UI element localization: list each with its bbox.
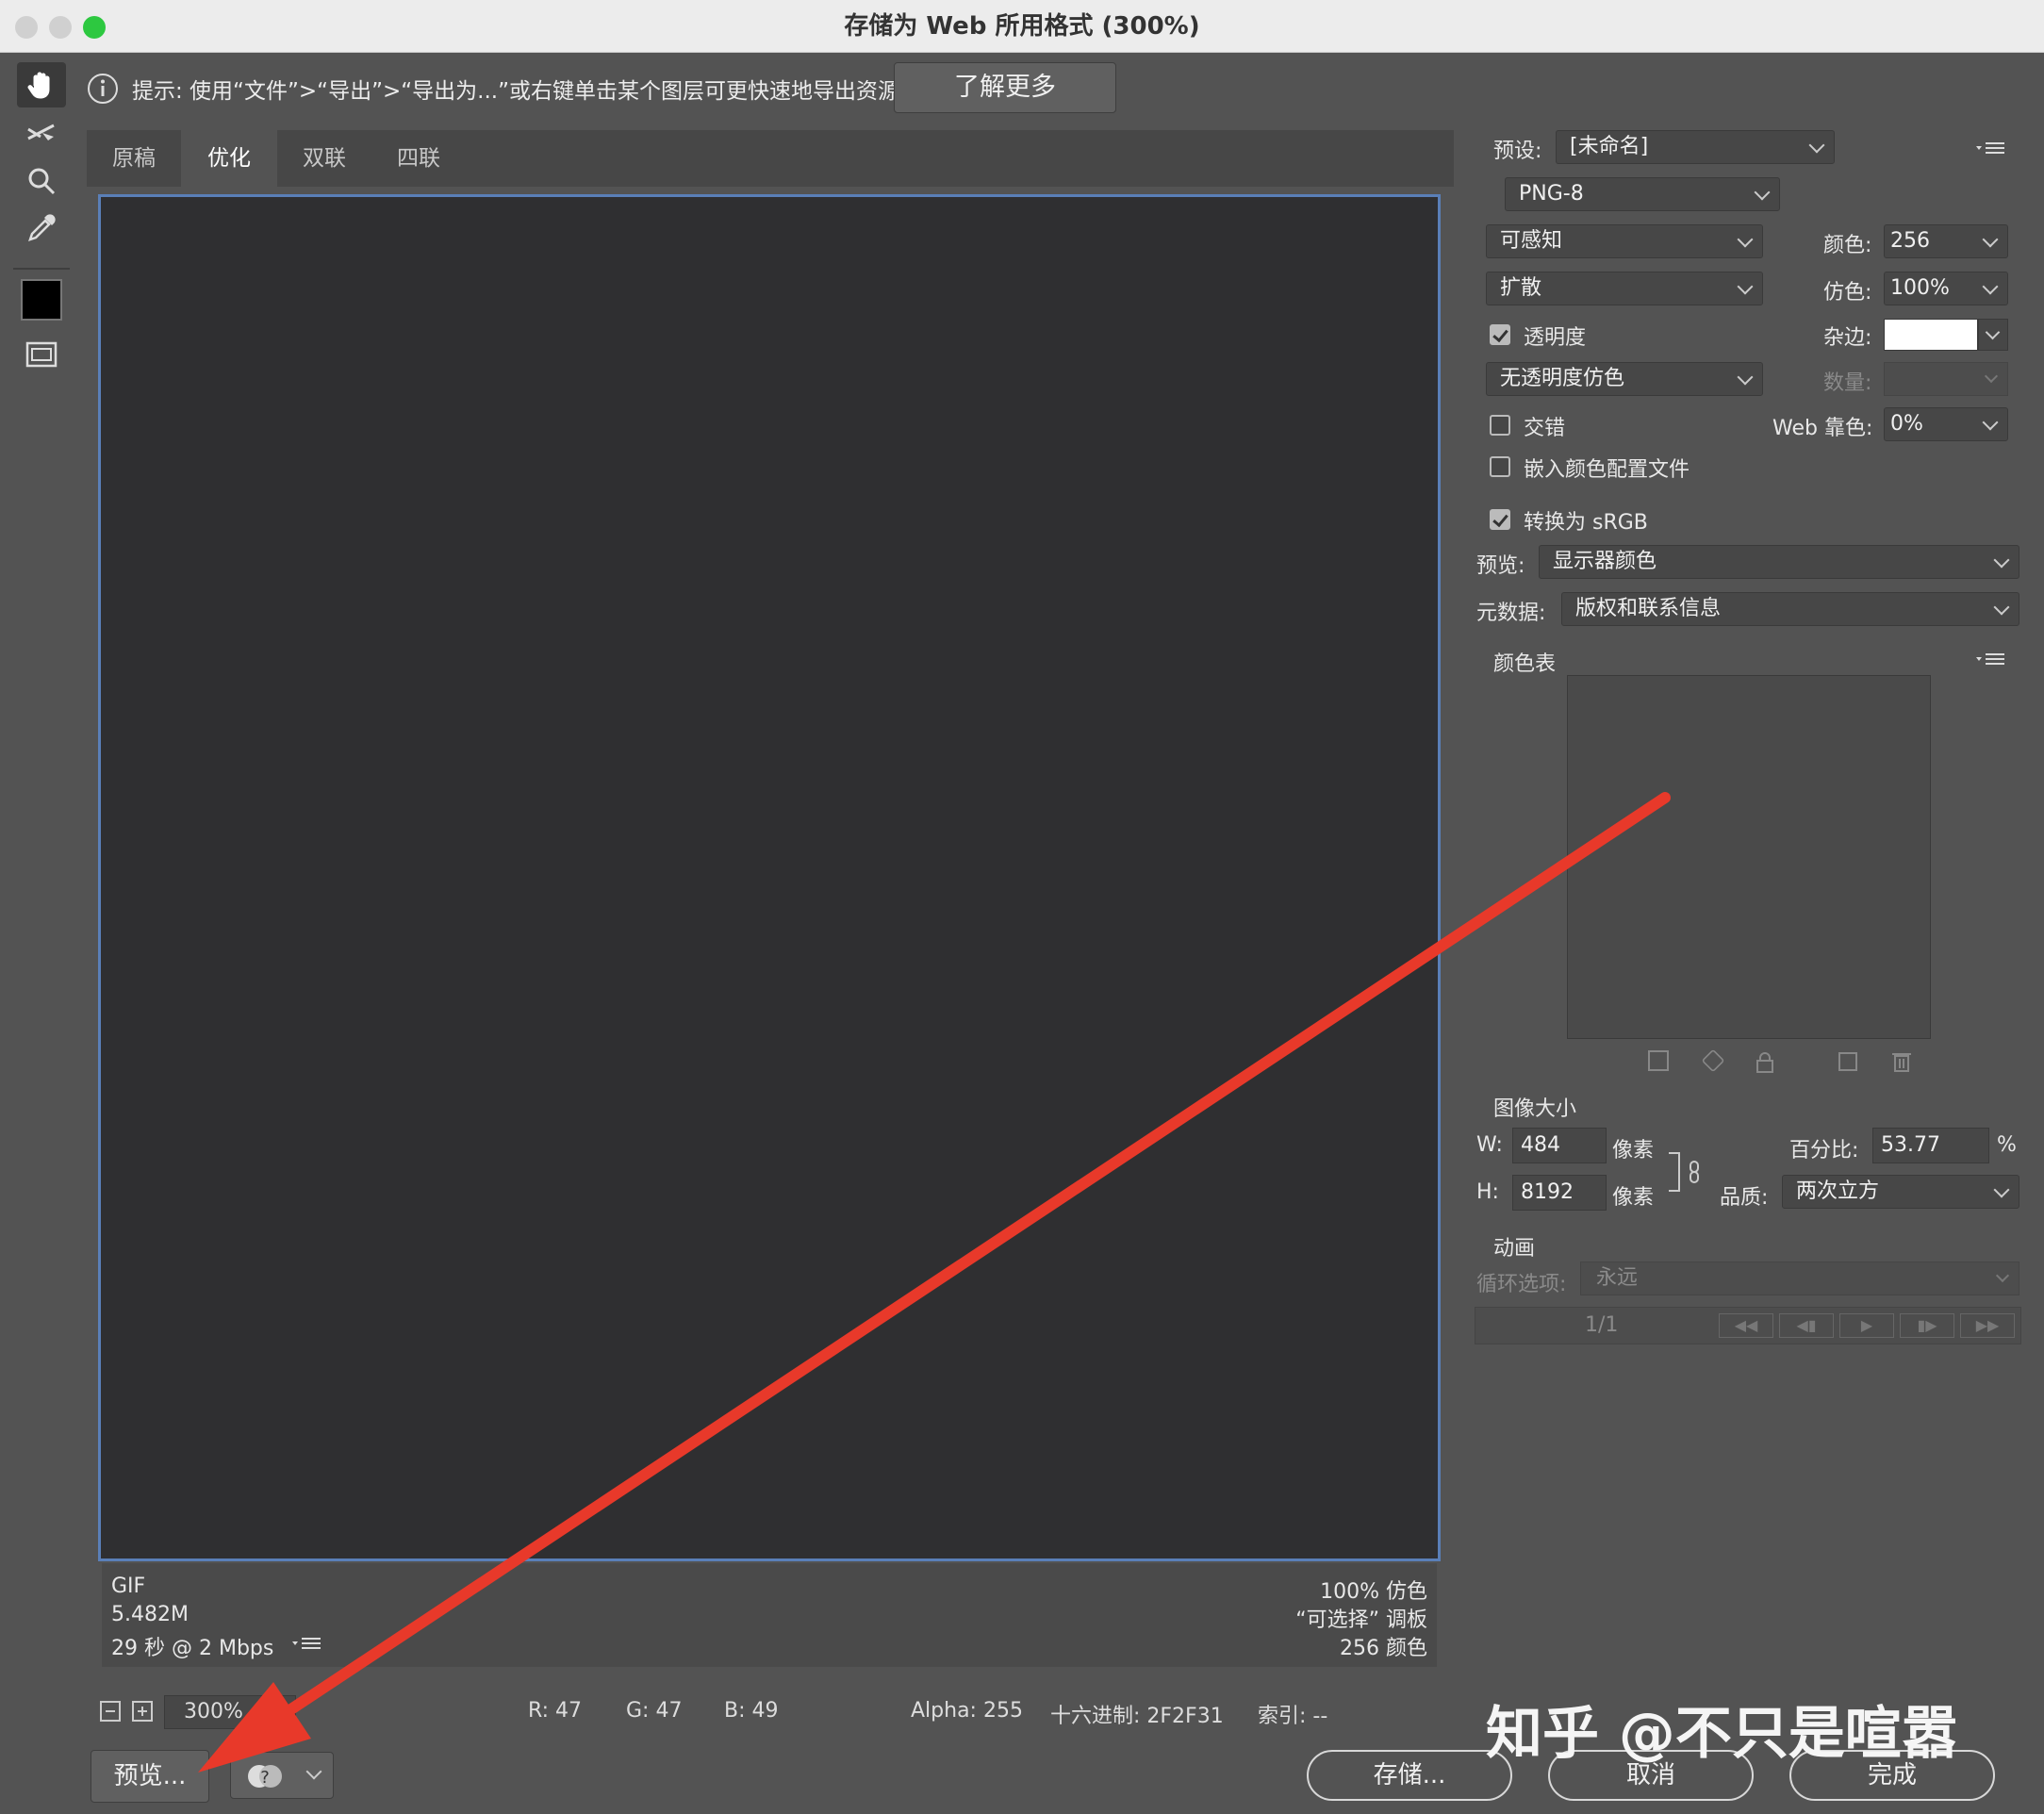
save-for-web-dialog: 存储为 Web 所用格式 (300%) 提示: 使用“文件”>“导出”>“导出为… <box>0 0 2044 1814</box>
arrow-head <box>198 1682 311 1773</box>
arrow-shaft <box>241 792 1671 1744</box>
annotation-arrow <box>198 792 1671 1773</box>
